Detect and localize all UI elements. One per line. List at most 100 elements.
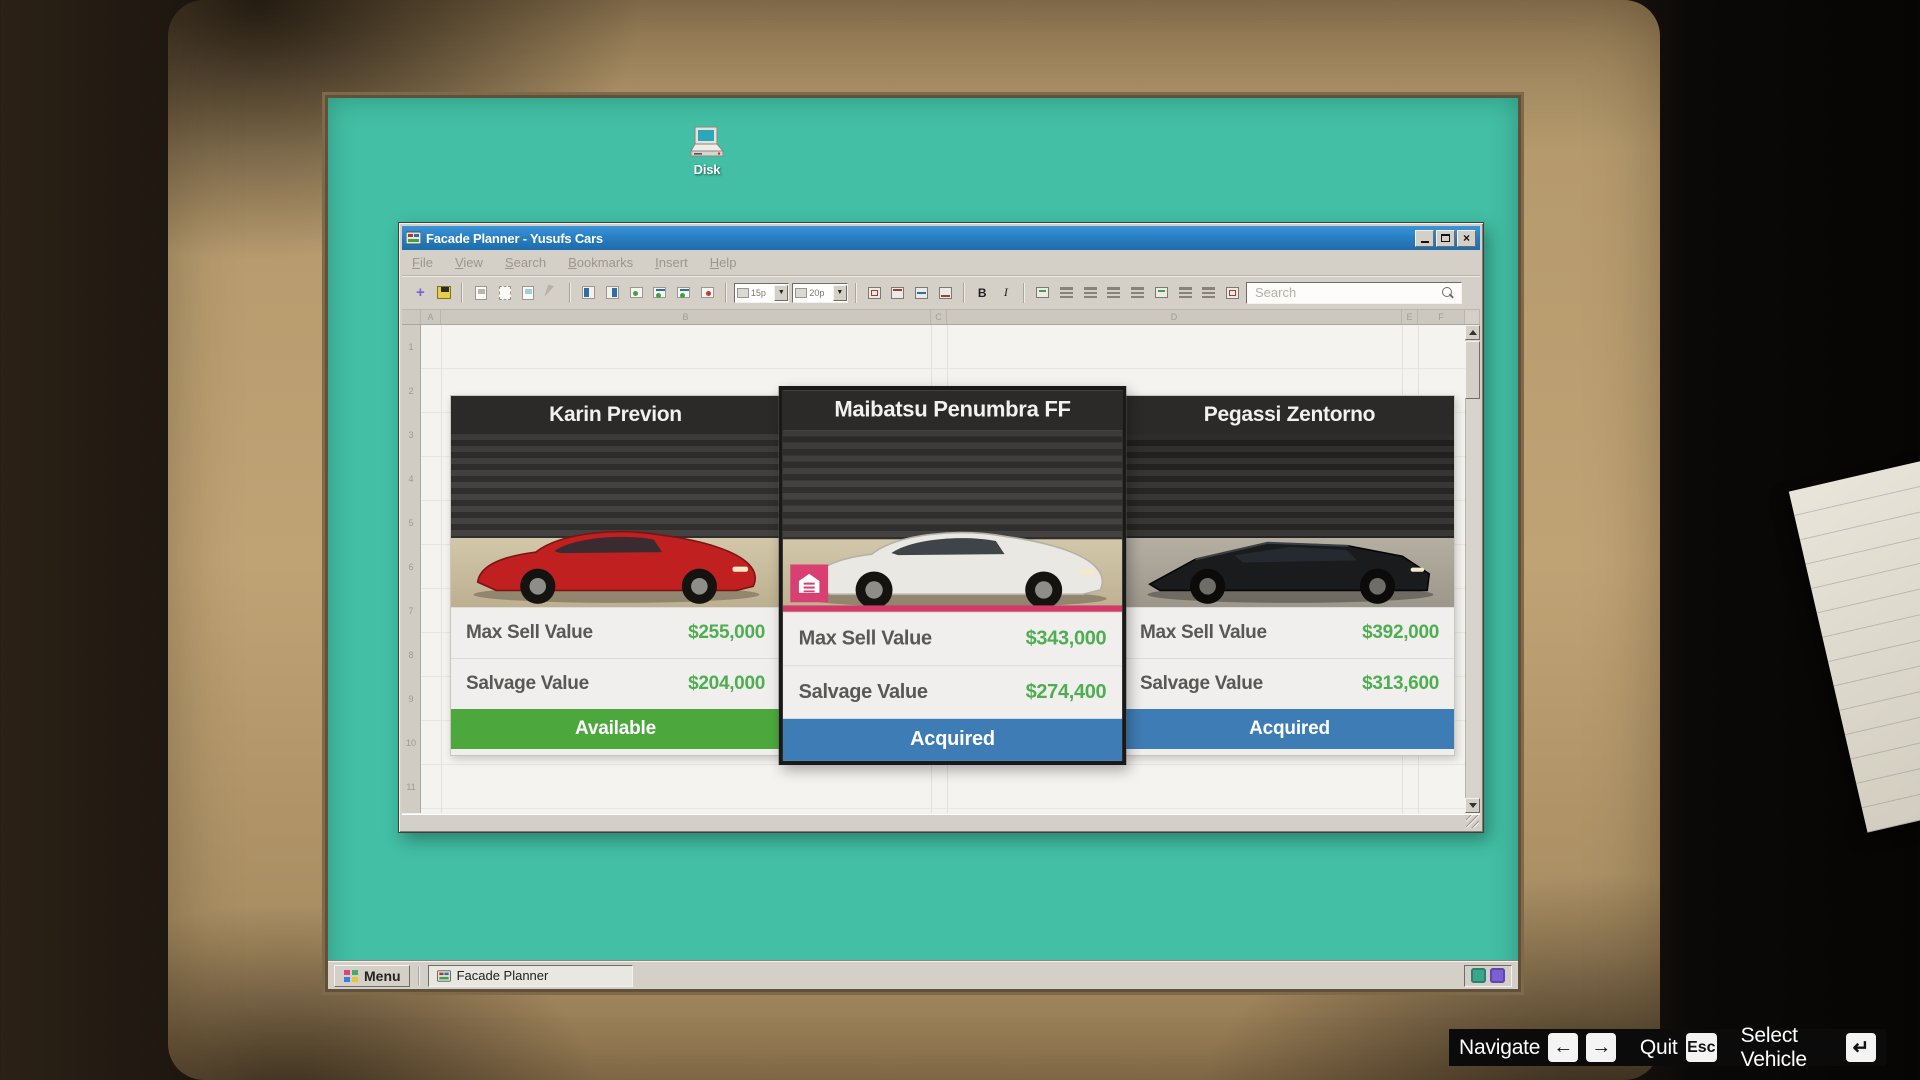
column-header[interactable]: D — [947, 310, 1402, 324]
column-width-combo[interactable]: 20p ▼ — [792, 282, 848, 303]
spreadsheet-grid[interactable]: 1 2 3 4 5 6 7 8 9 10 11 Karin Previon Ma… — [402, 325, 1480, 813]
column-header[interactable]: B — [441, 310, 931, 324]
align-left-icon — [1059, 287, 1073, 298]
vehicle-cards-row: Karin Previon Max Sell Value $255,000 Sa… — [450, 385, 1455, 766]
insert-image-button[interactable] — [518, 282, 539, 303]
column-header[interactable]: F — [1418, 310, 1465, 324]
scrollbar-track[interactable] — [1465, 399, 1480, 798]
vehicle-name: Maibatsu Penumbra FF — [782, 390, 1123, 431]
indent-left-button[interactable] — [1103, 282, 1124, 303]
row-header[interactable]: 3 — [402, 413, 420, 457]
vehicle-card-zentorno[interactable]: Pegassi Zentorno Max Sell Value $392,000… — [1124, 395, 1455, 756]
resize-grip[interactable] — [1466, 815, 1479, 828]
teal-app-icon[interactable] — [1471, 968, 1486, 983]
status-badge: Available — [451, 709, 780, 749]
italic-button[interactable]: I — [996, 282, 1017, 303]
row-header[interactable]: 2 — [402, 369, 420, 413]
row-header[interactable]: 5 — [402, 501, 420, 545]
menu-file[interactable]: File — [412, 255, 433, 270]
window-titlebar[interactable]: Facade Planner - Yusufs Cars × — [402, 226, 1480, 250]
insert-col-button[interactable] — [673, 282, 694, 303]
scroll-up-button[interactable] — [1465, 325, 1480, 340]
toolbar-separator — [1023, 282, 1026, 303]
insert-row-button[interactable] — [650, 282, 671, 303]
task-facade-planner[interactable]: Facade Planner — [427, 964, 633, 987]
status-badge: Acquired — [782, 718, 1123, 761]
salvage-label: Salvage Value — [1140, 673, 1263, 694]
save-button[interactable] — [434, 282, 455, 303]
row-header[interactable]: 11 — [402, 765, 420, 809]
scrollbar-thumb[interactable] — [1465, 341, 1480, 399]
minimize-button[interactable] — [1415, 229, 1434, 247]
start-menu-button[interactable]: Menu — [334, 964, 410, 987]
bold-button[interactable]: B — [972, 282, 993, 303]
border-inner-button[interactable] — [911, 282, 932, 303]
align-center-button[interactable] — [1080, 282, 1101, 303]
align-bottom-button[interactable] — [1198, 282, 1219, 303]
cell-format-button[interactable] — [1222, 282, 1243, 303]
computer-icon — [687, 124, 727, 160]
max-sell-label: Max Sell Value — [1140, 622, 1267, 643]
max-sell-row: Max Sell Value $343,000 — [782, 611, 1123, 666]
record-button[interactable] — [697, 282, 718, 303]
column-right-button[interactable] — [602, 282, 623, 303]
align-middle-button[interactable] — [1175, 282, 1196, 303]
insert-cell-button[interactable] — [626, 282, 647, 303]
column-left-button[interactable] — [578, 282, 599, 303]
taskbar: Menu Facade Planner — [328, 961, 1518, 989]
vehicle-card-penumbra-selected[interactable]: Maibatsu Penumbra FF Max Sell Value $343… — [778, 385, 1127, 766]
menu-help[interactable]: Help — [710, 255, 737, 270]
print-button[interactable] — [470, 282, 491, 303]
border-top-button[interactable] — [888, 282, 909, 303]
window-title: Facade Planner - Yusufs Cars — [426, 230, 603, 246]
align-top-button[interactable] — [1151, 282, 1172, 303]
row-height-combo[interactable]: 15p ▼ — [733, 282, 790, 303]
corner-cell — [402, 310, 421, 324]
search-input[interactable] — [1247, 285, 1439, 300]
border-bottom-button[interactable] — [935, 282, 956, 303]
vehicle-name: Karin Previon — [451, 396, 780, 434]
red-coupe-car — [473, 530, 760, 604]
border-outline-button[interactable] — [864, 282, 885, 303]
scroll-down-button[interactable] — [1465, 798, 1480, 813]
system-tray — [1464, 964, 1512, 987]
column-header[interactable]: E — [1402, 310, 1418, 324]
selected-stripe — [782, 605, 1123, 612]
row-height-icon — [736, 287, 749, 298]
select-button[interactable] — [542, 282, 563, 303]
paper-sheet — [1788, 453, 1920, 833]
menu-bar: File View Search Bookmarks Insert Help — [402, 250, 1480, 276]
menu-view[interactable]: View — [455, 255, 483, 270]
row-header[interactable]: 8 — [402, 633, 420, 677]
desktop-icon-disk[interactable]: Disk — [678, 124, 736, 177]
row-header[interactable]: 7 — [402, 589, 420, 633]
align-left-button[interactable] — [1056, 282, 1077, 303]
row-header[interactable]: 4 — [402, 457, 420, 501]
bold-icon: B — [977, 285, 987, 300]
row-header[interactable]: 1 — [402, 325, 420, 369]
menu-bookmarks[interactable]: Bookmarks — [568, 255, 633, 270]
image-icon — [522, 285, 535, 300]
indent-right-button[interactable] — [1127, 282, 1148, 303]
close-button[interactable]: × — [1457, 229, 1476, 247]
column-header[interactable]: A — [421, 310, 441, 324]
vehicle-card-previon[interactable]: Karin Previon Max Sell Value $255,000 Sa… — [450, 395, 781, 756]
merge-cells-button[interactable] — [1032, 282, 1053, 303]
column-header-row: A B C D E F — [402, 310, 1480, 325]
desktop-icon-label: Disk — [693, 162, 721, 177]
arrow-left-key-icon: ← — [1548, 1033, 1579, 1062]
new-button[interactable]: + — [410, 282, 431, 303]
border-top-icon — [891, 286, 905, 299]
row-header[interactable]: 9 — [402, 677, 420, 721]
column-header[interactable]: C — [931, 310, 947, 324]
column-width-value: 20p — [809, 287, 825, 298]
green-row-icon — [653, 287, 667, 298]
maximize-button[interactable] — [1436, 229, 1455, 247]
row-header[interactable]: 10 — [402, 721, 420, 765]
row-header[interactable]: 6 — [402, 545, 420, 589]
menu-search[interactable]: Search — [505, 255, 546, 270]
menu-insert[interactable]: Insert — [655, 255, 688, 270]
vertical-scrollbar[interactable] — [1465, 325, 1480, 813]
page-setup-button[interactable] — [494, 282, 515, 303]
purple-app-icon[interactable] — [1490, 968, 1505, 983]
